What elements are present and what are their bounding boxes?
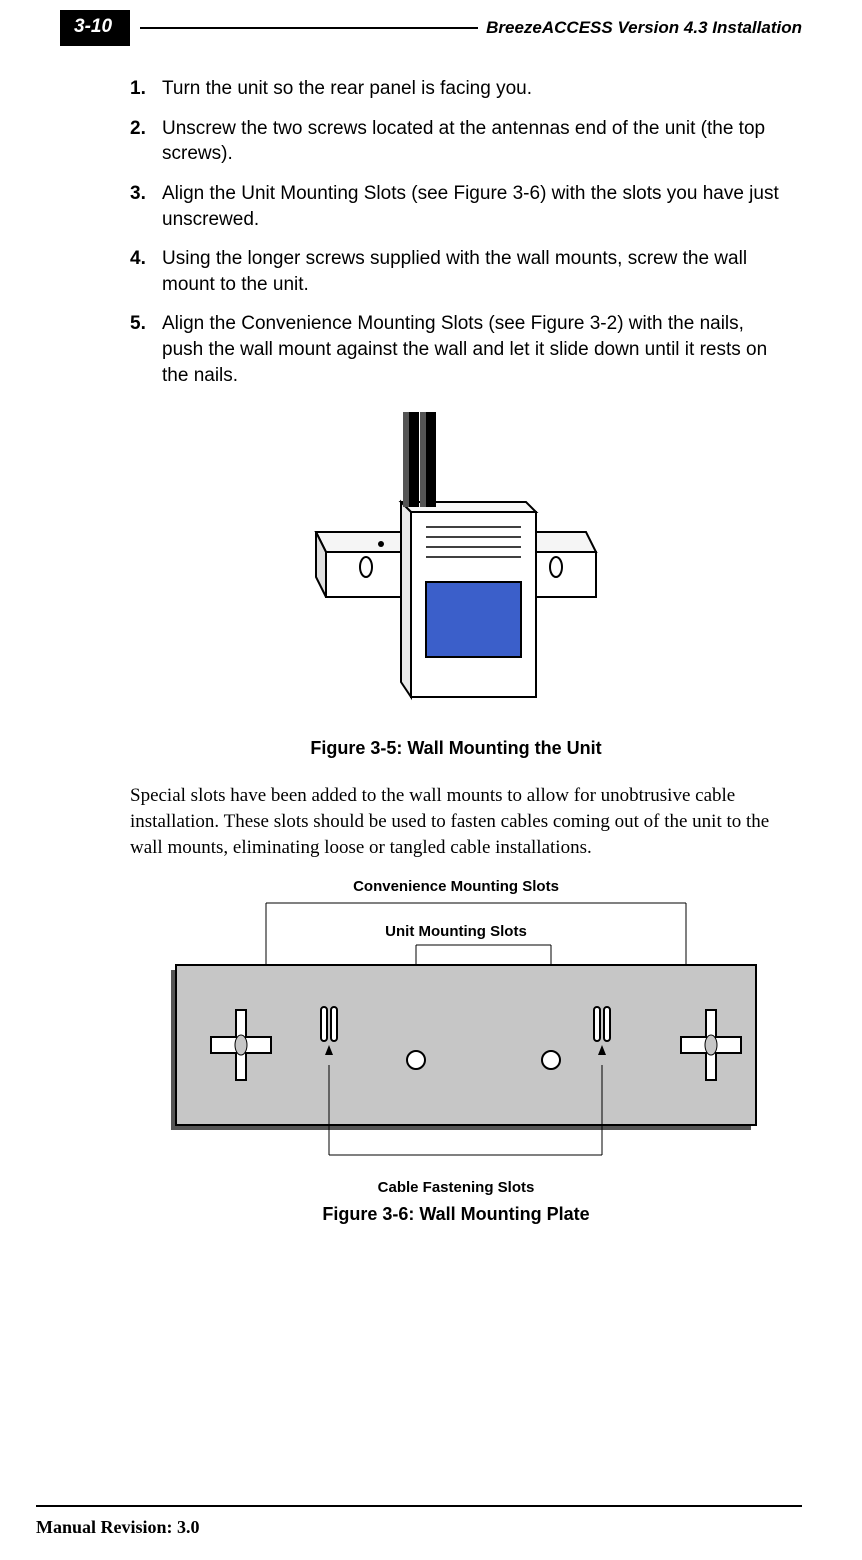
list-item: 3. Align the Unit Mounting Slots (see Fi…: [130, 181, 782, 232]
label-convenience-slots: Convenience Mounting Slots: [130, 878, 782, 895]
label-cable-slots: Cable Fastening Slots: [130, 1179, 782, 1196]
step-text: Unscrew the two screws located at the an…: [162, 116, 782, 167]
list-item: 5. Align the Convenience Mounting Slots …: [130, 311, 782, 388]
manual-revision: Manual Revision: 3.0: [36, 1517, 802, 1538]
body-paragraph: Special slots have been added to the wal…: [130, 783, 782, 860]
header-rule: [140, 27, 478, 29]
page-number-badge: 3-10: [60, 10, 130, 46]
page-header: 3-10 BreezeACCESS Version 4.3 Installati…: [60, 10, 802, 46]
page-content: 1. Turn the unit so the rear panel is fa…: [130, 76, 782, 1225]
document-page: 3-10 BreezeACCESS Version 4.3 Installati…: [0, 10, 862, 1560]
step-text: Using the longer screws supplied with th…: [162, 246, 782, 297]
wall-mounting-plate-illustration: [146, 895, 766, 1195]
figure-3-6: Convenience Mounting Slots: [130, 878, 782, 1225]
figure-3-5: Figure 3-5: Wall Mounting the Unit: [130, 412, 782, 759]
footer-rule: [36, 1505, 802, 1507]
wall-mounting-unit-illustration: [306, 412, 606, 722]
step-number: 3.: [130, 181, 162, 232]
list-item: 2. Unscrew the two screws located at the…: [130, 116, 782, 167]
step-number: 2.: [130, 116, 162, 167]
instruction-list: 1. Turn the unit so the rear panel is fa…: [130, 76, 782, 388]
label-unit-slots: Unit Mounting Slots: [130, 923, 782, 940]
step-number: 1.: [130, 76, 162, 102]
figure-caption: Figure 3-5: Wall Mounting the Unit: [130, 738, 782, 759]
running-title: BreezeACCESS Version 4.3 Installation: [486, 18, 802, 38]
step-number: 4.: [130, 246, 162, 297]
page-footer: Manual Revision: 3.0: [36, 1505, 802, 1538]
step-text: Align the Convenience Mounting Slots (se…: [162, 311, 782, 388]
list-item: 1. Turn the unit so the rear panel is fa…: [130, 76, 782, 102]
step-number: 5.: [130, 311, 162, 388]
step-text: Turn the unit so the rear panel is facin…: [162, 76, 532, 102]
figure-caption: Figure 3-6: Wall Mounting Plate: [130, 1204, 782, 1225]
step-text: Align the Unit Mounting Slots (see Figur…: [162, 181, 782, 232]
list-item: 4. Using the longer screws supplied with…: [130, 246, 782, 297]
